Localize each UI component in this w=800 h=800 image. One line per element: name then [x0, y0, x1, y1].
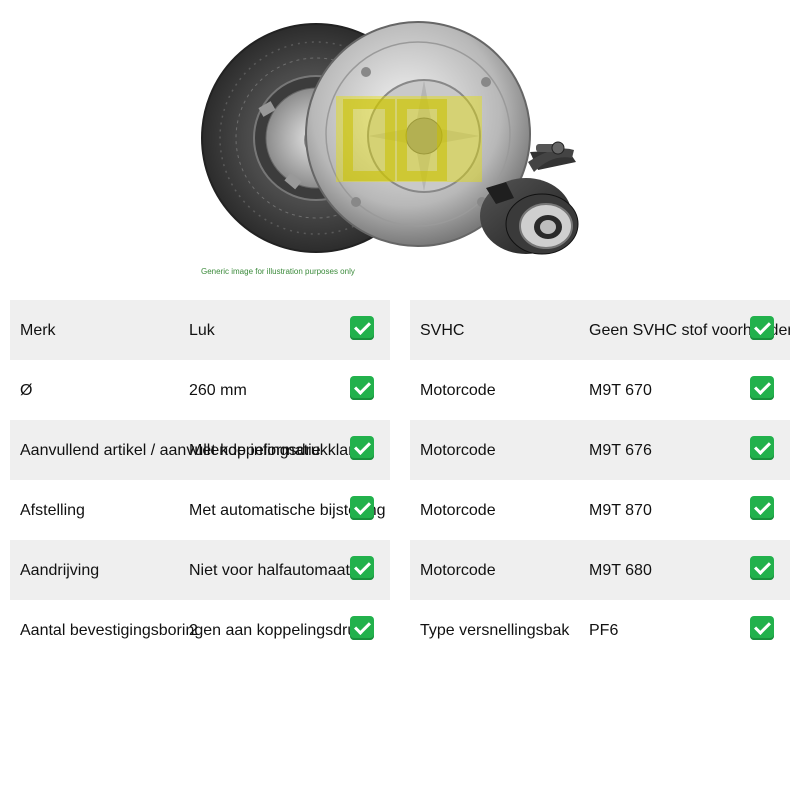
table-row: Motorcode M9T 670 — [410, 360, 790, 420]
table-row: Motorcode M9T 870 — [410, 480, 790, 540]
spec-table-right: SVHC Geen SVHC stof voorhanden Motorcode… — [410, 300, 790, 660]
check-icon — [350, 556, 374, 580]
row-value: Met koppelingsdrukklar — [189, 442, 354, 459]
row-label: Merk — [20, 322, 56, 339]
check-icon — [350, 496, 374, 520]
row-label: SVHC — [420, 322, 465, 339]
luk-logo-icon — [336, 96, 482, 182]
table-row: Aandrijving Niet voor halfautomaat — [10, 540, 390, 600]
row-value: 2 — [189, 622, 198, 639]
table-row: Ø 260 mm — [10, 360, 390, 420]
table-row: Motorcode M9T 680 — [410, 540, 790, 600]
row-label: Ø — [20, 382, 33, 399]
spec-table-left: Merk Luk Ø 260 mm Aanvullend artikel / a… — [10, 300, 390, 660]
table-row: SVHC Geen SVHC stof voorhanden — [410, 300, 790, 360]
check-icon — [750, 556, 774, 580]
check-icon — [750, 316, 774, 340]
check-icon — [350, 616, 374, 640]
row-label: Type versnellingsbak — [420, 622, 570, 639]
image-caption: Generic image for illustration purposes … — [201, 267, 355, 276]
row-value: M9T 676 — [589, 442, 652, 459]
check-icon — [350, 316, 374, 340]
row-label: Motorcode — [420, 502, 496, 519]
row-value: Niet voor halfautomaat — [189, 562, 350, 579]
table-row: Merk Luk — [10, 300, 390, 360]
row-value: M9T 680 — [589, 562, 652, 579]
row-label: Motorcode — [420, 382, 496, 399]
row-label: Afstelling — [20, 502, 85, 519]
check-icon — [750, 376, 774, 400]
row-label: Aandrijving — [20, 562, 100, 579]
table-row: Aantal bevestigingsboringen aan koppelin… — [10, 600, 390, 660]
row-value: M9T 670 — [589, 382, 652, 399]
table-row: Type versnellingsbak PF6 — [410, 600, 790, 660]
table-row: Afstelling Met automatische bijstelling — [10, 480, 390, 540]
check-icon — [750, 496, 774, 520]
product-image: Generic image for illustration purposes … — [196, 12, 604, 294]
row-value: 260 mm — [189, 382, 247, 399]
row-value: Luk — [189, 322, 215, 339]
row-value: PF6 — [589, 622, 619, 639]
row-label: Motorcode — [420, 442, 496, 459]
check-icon — [750, 616, 774, 640]
check-icon — [350, 376, 374, 400]
check-icon — [750, 436, 774, 460]
row-label: Motorcode — [420, 562, 496, 579]
check-icon — [350, 436, 374, 460]
table-row: Motorcode M9T 676 — [410, 420, 790, 480]
table-row: Aanvullend artikel / aanvullende informa… — [10, 420, 390, 480]
row-value: M9T 870 — [589, 502, 652, 519]
